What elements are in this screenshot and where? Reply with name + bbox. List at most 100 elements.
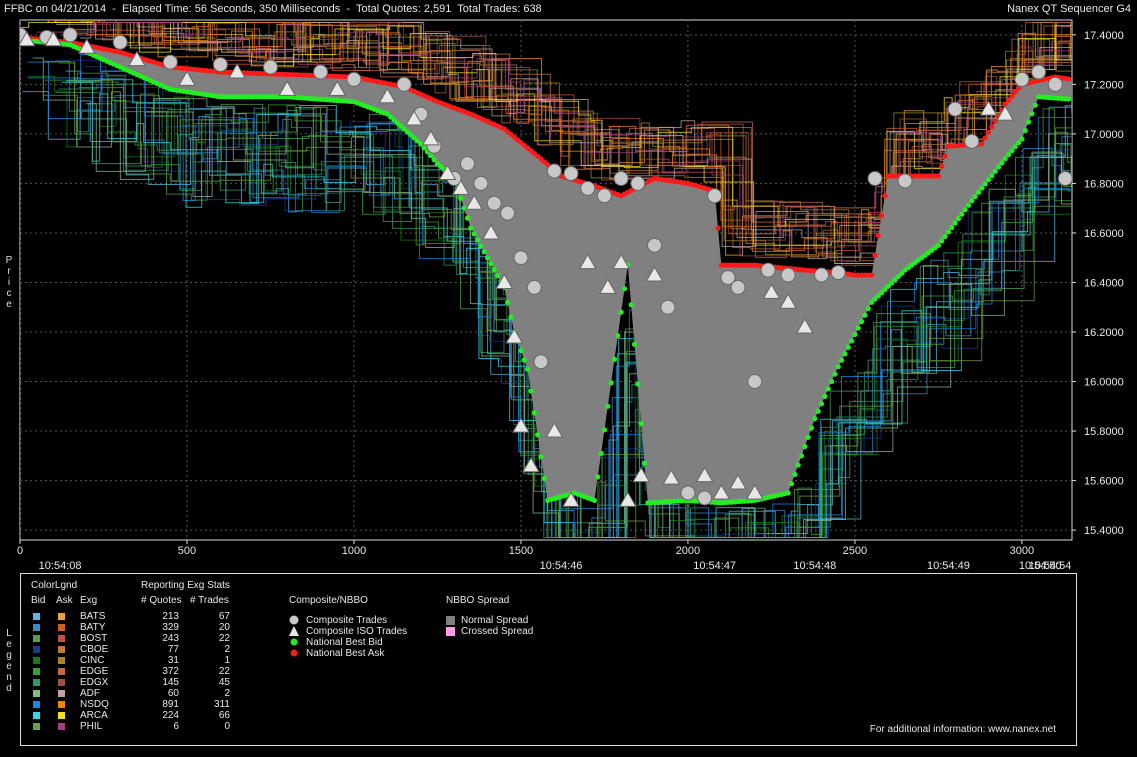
nbbo-bid-dot [418, 141, 424, 147]
exchange-quotes: 6 [173, 721, 179, 732]
nbbo-bid-dot [1015, 140, 1022, 146]
spread-title: NBBO Spread [446, 595, 510, 606]
ask-swatch-icon [58, 690, 65, 697]
exchange-row: BATY 329 20 [21, 622, 251, 633]
nbbo-bid-dot [822, 393, 828, 399]
x-tick-label: 2000 [676, 545, 700, 557]
nbbo-bid-dot [641, 460, 648, 466]
nbbo-bid-dot [615, 333, 621, 339]
nbbo-ask-dot [942, 153, 948, 159]
exchange-quotes: 224 [162, 710, 179, 721]
nbbo-bid-dot [531, 410, 537, 416]
y-tick-label: 15.8000 [1084, 426, 1124, 438]
nbbo-bid-dot [842, 351, 848, 357]
nbbo-bid-dot [468, 225, 474, 231]
nbbo-bid-dot [838, 357, 845, 363]
nbbo-ask-dot [1012, 89, 1018, 95]
exchange-row: EDGE 372 22 [21, 666, 251, 677]
composite-trade-marker [1014, 71, 1030, 87]
y-tick-label: 16.0000 [1084, 377, 1124, 389]
col-bid: Bid [31, 595, 46, 606]
legend-side-label: Legend [6, 628, 12, 694]
nbbo-bid-dot [845, 344, 851, 350]
nbbo-bid-dot [601, 427, 608, 433]
nbbo-bid-dot [1066, 96, 1072, 102]
nbbo-bid-dot [859, 319, 865, 325]
composite-trade-marker [707, 188, 723, 204]
nbbo-dot-icon [290, 638, 298, 646]
bid-swatch-icon [33, 668, 40, 675]
ask-swatch-icon [58, 701, 65, 708]
exchange-row: CINC 31 1 [21, 655, 251, 666]
y-tick-label: 16.4000 [1084, 277, 1124, 289]
nbbo-bid-dot [802, 443, 808, 450]
composite-trade-marker [346, 71, 362, 87]
nbbo-bid-dot [792, 471, 798, 477]
composite-trade-marker [563, 166, 579, 182]
nbbo-bid-dot [605, 403, 611, 409]
nbbo-bid-dot [521, 357, 527, 363]
nbbo-bid-dot [421, 145, 427, 151]
composite-trade-marker [747, 374, 763, 390]
composite-trade-marker [546, 163, 562, 179]
nbbo-bid-dot [945, 229, 952, 235]
composite-trade-marker [580, 180, 596, 196]
nbbo-bid-dot [1009, 148, 1015, 154]
y-tick-label: 16.6000 [1084, 228, 1124, 240]
exchange-quotes: 77 [167, 644, 179, 655]
composite-trade-marker [680, 485, 696, 501]
nbbo-bid-dot [992, 168, 998, 174]
composite-trade-marker [964, 133, 980, 149]
x-tick-label: 1500 [509, 545, 533, 557]
composite-legend-row: Composite Trades [289, 615, 439, 626]
nbbo-ask-dot [875, 232, 881, 239]
spread-swatch-icon [446, 616, 455, 625]
y-tick-label: 17.0000 [1084, 129, 1124, 141]
spread-legend-row: Crossed Spread [446, 626, 566, 637]
composite-trade-marker [1047, 76, 1063, 92]
nbbo-bid-dot [835, 364, 841, 370]
nbbo-bid-dot [1022, 127, 1028, 134]
exchange-quotes: 31 [167, 655, 179, 666]
time-tick-label: 10:54:48 [793, 560, 836, 572]
composite-trade-marker [460, 156, 476, 172]
nbbo-bid-dot [481, 249, 487, 255]
y-tick-label: 16.2000 [1084, 327, 1124, 339]
nbbo-ask-dot [989, 124, 995, 130]
nbbo-bid-dot [1002, 156, 1008, 162]
x-tick-label: 3000 [1010, 545, 1034, 557]
nbbo-bid-dot [989, 172, 995, 179]
nbbo-bid-dot [508, 314, 514, 320]
nbbo-bid-dot [942, 233, 948, 240]
composite-trade-marker [697, 490, 713, 506]
composite-trade-marker [897, 173, 913, 189]
nbbo-bid-dot [461, 205, 467, 211]
legend-panel: ColorLgnd Bid Ask Exg Reporting Exg Stat… [20, 573, 1077, 746]
nbbo-bid-dot [528, 388, 534, 394]
nbbo-bid-dot [591, 497, 598, 503]
nbbo-bid-dot [635, 381, 641, 387]
bid-swatch-icon [33, 635, 40, 642]
composite-title: Composite/NBBO [289, 595, 368, 606]
exchange-trades: 22 [218, 666, 230, 677]
nbbo-bid-dot [865, 306, 871, 312]
nbbo-ask-dot [992, 118, 998, 124]
composite-legend-label: Composite ISO Trades [306, 626, 408, 637]
nbbo-ask-dot [882, 193, 888, 199]
exchange-name: ADF [80, 688, 100, 699]
nbbo-bid-dot [815, 408, 821, 414]
composite-trade-marker [947, 101, 963, 117]
nbbo-bid-dot [952, 220, 958, 226]
nbbo-bid-dot [962, 207, 968, 213]
exchange-quotes: 60 [167, 688, 179, 699]
ask-swatch-icon [58, 712, 65, 719]
nbbo-bid-dot [955, 215, 962, 222]
nbbo-dot-icon [290, 649, 298, 657]
nbbo-bid-dot [982, 181, 988, 187]
exchange-row: CBOE 77 2 [21, 644, 251, 655]
nbbo-bid-dot [431, 157, 437, 163]
exchange-row: ADF 60 2 [21, 688, 251, 699]
ask-swatch-icon [58, 624, 65, 631]
exchange-name: BOST [80, 633, 108, 644]
exchange-name: BATY [80, 622, 106, 633]
